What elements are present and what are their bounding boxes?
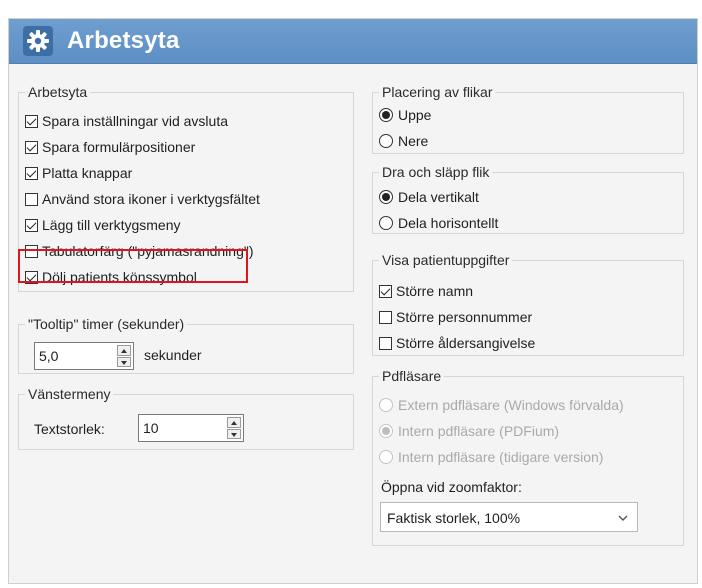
pdf-option-legacy[interactable]: Intern pdfläsare (tidigare version) <box>379 447 603 467</box>
spinner-up-button[interactable] <box>117 345 131 356</box>
workspace-option-large-icons[interactable]: Använd stora ikoner i verktygsfältet <box>25 189 260 209</box>
tab-placement-group-label: Placering av flikar <box>379 84 496 100</box>
checkbox[interactable] <box>379 284 392 298</box>
checkbox[interactable] <box>25 218 38 232</box>
spinner-up-button[interactable] <box>227 417 241 428</box>
tab-placement-group: Placering av flikar Uppe Nere <box>372 84 684 154</box>
zoom-factor-value: Faktisk storlek, 100% <box>387 510 521 526</box>
pdf-reader-group-label: Pdfläsare <box>379 368 445 384</box>
pdf-option-external[interactable]: Extern pdfläsare (Windows förvalda) <box>379 395 624 415</box>
left-menu-group-label: Vänstermeny <box>25 386 114 402</box>
zoom-factor-label: Öppna vid zoomfaktor: <box>381 479 522 495</box>
workspace-option-flat-buttons[interactable]: Platta knappar <box>25 163 132 183</box>
radio[interactable] <box>379 190 393 204</box>
title-bar: Arbetsyta <box>9 19 697 64</box>
radio[interactable] <box>379 398 393 412</box>
text-size-value: 10 <box>143 420 159 436</box>
tooltip-group-label: "Tooltip" timer (sekunder) <box>25 316 188 332</box>
checkbox[interactable] <box>25 140 38 154</box>
highlight-box <box>18 249 248 283</box>
drag-drop-group-label: Dra och släpp flik <box>379 164 493 180</box>
zoom-factor-select[interactable]: Faktisk storlek, 100% <box>380 502 638 532</box>
tooltip-unit-label: sekunder <box>144 347 202 363</box>
checkbox[interactable] <box>379 310 392 324</box>
checkbox[interactable] <box>379 336 392 350</box>
tooltip-seconds-spinner[interactable]: 5,0 <box>34 342 134 370</box>
patient-info-group-label: Visa patientuppgifter <box>379 252 513 268</box>
radio[interactable] <box>379 424 393 438</box>
radio[interactable] <box>379 216 393 230</box>
window-title: Arbetsyta <box>67 27 180 54</box>
radio[interactable] <box>379 134 393 148</box>
patient-info-group: Visa patientuppgifter Större namn Större… <box>372 252 684 356</box>
tooltip-seconds-value: 5,0 <box>39 348 59 364</box>
spinner-down-button[interactable] <box>227 428 241 439</box>
spinner-down-button[interactable] <box>117 356 131 367</box>
patient-info-option-ssn[interactable]: Större personnummer <box>379 307 532 327</box>
drag-drop-option-horizontal[interactable]: Dela horisontellt <box>379 213 498 233</box>
workspace-group-label: Arbetsyta <box>25 84 91 100</box>
workspace-option-save-positions[interactable]: Spara formulärpositioner <box>25 137 195 157</box>
patient-info-option-name[interactable]: Större namn <box>379 281 473 301</box>
workspace-option-tools-menu[interactable]: Lägg till verktygsmeny <box>25 215 181 235</box>
pdf-option-pdfium[interactable]: Intern pdfläsare (PDFium) <box>379 421 559 441</box>
tab-placement-option-bottom[interactable]: Nere <box>379 131 428 151</box>
text-size-spinner[interactable]: 10 <box>138 414 244 442</box>
tab-placement-option-top[interactable]: Uppe <box>379 105 431 125</box>
radio[interactable] <box>379 108 393 122</box>
chevron-down-icon <box>617 511 629 527</box>
text-size-label: Textstorlek: <box>34 421 105 437</box>
checkbox[interactable] <box>25 192 38 206</box>
checkbox[interactable] <box>25 114 38 128</box>
drag-drop-option-vertical[interactable]: Dela vertikalt <box>379 187 479 207</box>
radio[interactable] <box>379 450 393 464</box>
checkbox[interactable] <box>25 166 38 180</box>
gear-icon <box>23 26 53 56</box>
patient-info-option-age[interactable]: Större åldersangivelse <box>379 333 535 353</box>
workspace-option-save-settings[interactable]: Spara inställningar vid avsluta <box>25 111 228 131</box>
drag-drop-group: Dra och släpp flik Dela vertikalt Dela h… <box>372 164 684 234</box>
